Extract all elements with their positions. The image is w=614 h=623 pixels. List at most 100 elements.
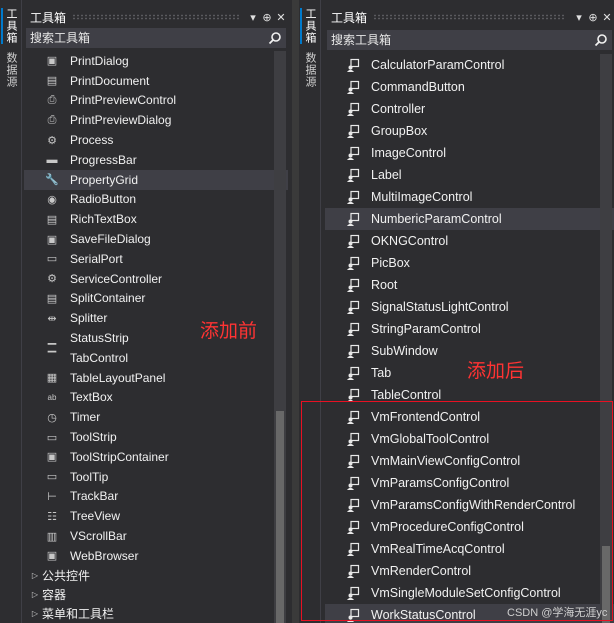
toolbox-item[interactable]: ▦ TableLayoutPanel [24, 368, 288, 388]
left-scrollbar-thumb[interactable] [276, 411, 284, 623]
user-control-icon [345, 343, 361, 359]
pane-divider [292, 0, 299, 623]
left-side-tab-toolbox[interactable]: 工具箱 [1, 8, 19, 44]
progress-bar-icon: ▬ [46, 153, 58, 166]
print-preview-control-icon: ⎙ [47, 93, 57, 106]
right-search-icon[interactable] [590, 33, 612, 47]
toolbox-item[interactable]: ☷ TreeView [24, 506, 288, 526]
toolbox-item[interactable]: MultiImageControl [325, 186, 614, 208]
toolbox-item[interactable]: ▣ WebBrowser [24, 546, 288, 566]
toolbox-item[interactable]: ▣ SaveFileDialog [24, 229, 288, 249]
serial-port-icon: ▭ [46, 253, 58, 266]
toolbox-item[interactable]: ⎙ PrintPreviewControl [24, 91, 288, 111]
toolbox-item[interactable]: ⚙ ServiceController [24, 269, 288, 289]
toolbox-item[interactable]: ▭ SerialPort [24, 249, 288, 269]
print-dialog-icon: ▣ [46, 55, 58, 68]
chevron-right-icon[interactable]: ▷ [28, 571, 42, 580]
toolbox-item-label: SerialPort [70, 251, 123, 266]
toolbox-item[interactable]: PicBox [325, 252, 614, 274]
tool-strip-container-icon: ▣ [46, 451, 58, 464]
toolbox-item[interactable]: NumbericParamControl [325, 208, 614, 230]
toolbox-item-label: ServiceController [70, 271, 163, 286]
toolbox-group[interactable]: ▷ 容器 [24, 585, 288, 604]
toolbox-item[interactable]: 🔧 PropertyGrid [24, 169, 288, 190]
left-side-tab-strip: 工具箱 数据源 [0, 0, 22, 623]
tree-view-icon: ☷ [47, 510, 57, 523]
left-toolbox-pane: 工具箱 数据源 工具箱 ▾ ⊕ ✕ ▣ PrintDialog ▤ PrintDocu… [0, 0, 292, 623]
user-control-icon [345, 211, 361, 227]
toolbox-item-label: PrintPreviewControl [70, 93, 177, 108]
toolbox-item[interactable]: GroupBox [325, 120, 614, 142]
toolbox-item[interactable]: Controller [325, 98, 614, 120]
toolbox-group[interactable]: ▷ 公共控件 [24, 566, 288, 585]
timer-icon: ◷ [47, 411, 57, 424]
left-close-icon[interactable]: ✕ [274, 11, 288, 24]
right-side-tab-toolbox[interactable]: 工具箱 [300, 8, 318, 44]
toolbox-item[interactable]: ▤ RichTextBox [24, 209, 288, 229]
toolbox-item[interactable]: StringParamControl [325, 318, 614, 340]
left-toolbox-titlebar: 工具箱 ▾ ⊕ ✕ [24, 7, 288, 27]
toolbox-item[interactable]: ab TextBox [24, 388, 288, 408]
service-controller-icon: ⚙ [47, 273, 57, 286]
left-toolbox-title: 工具箱 [30, 10, 67, 25]
toolbox-item[interactable]: ◷ Timer [24, 407, 288, 427]
left-scrollbar[interactable] [274, 51, 286, 623]
user-control-icon [345, 189, 361, 205]
vscroll-bar-icon: ▥ [46, 530, 58, 543]
tab-control-icon: ▔ [47, 352, 57, 365]
toolbox-item[interactable]: ▤ SplitContainer [24, 289, 288, 309]
left-dropdown-icon[interactable]: ▾ [246, 11, 260, 24]
left-drag-grip[interactable] [72, 14, 240, 20]
toolbox-item[interactable]: CommandButton [325, 76, 614, 98]
toolbox-item[interactable]: OKNGControl [325, 230, 614, 252]
user-control-icon [345, 365, 361, 381]
toolbox-item[interactable]: ▬ ProgressBar [24, 150, 288, 170]
left-search-icon[interactable] [264, 31, 286, 45]
left-pin-icon[interactable]: ⊕ [260, 11, 274, 24]
property-grid-icon: 🔧 [45, 174, 59, 187]
right-close-icon[interactable]: ✕ [600, 11, 614, 24]
left-side-tab-datasource[interactable]: 数据源 [3, 52, 19, 88]
tool-tip-icon: ▭ [46, 471, 58, 484]
toolbox-item[interactable]: ▥ VScrollBar [24, 526, 288, 546]
toolbox-item[interactable]: ▣ ToolStripContainer [24, 447, 288, 467]
right-toolbox-title: 工具箱 [331, 10, 368, 25]
toolbox-item[interactable]: ⊢ TrackBar [24, 487, 288, 507]
toolbox-item[interactable]: ⎙ PrintPreviewDialog [24, 110, 288, 130]
toolbox-item-label: CalculatorParamControl [371, 58, 505, 72]
toolbox-item[interactable]: ▤ PrintDocument [24, 71, 288, 91]
right-pin-icon[interactable]: ⊕ [586, 11, 600, 24]
right-search-box[interactable] [327, 30, 612, 50]
toolbox-item[interactable]: ◉ RadioButton [24, 190, 288, 210]
toolbox-item-label: Controller [371, 102, 426, 116]
toolbox-item-label: ToolStrip [70, 430, 117, 445]
toolbox-item-label: SplitContainer [70, 291, 146, 306]
chevron-right-icon[interactable]: ▷ [28, 609, 42, 618]
toolbox-item-label: SignalStatusLightControl [371, 300, 509, 314]
toolbox-item[interactable]: ▭ ToolStrip [24, 427, 288, 447]
toolbox-item[interactable]: SignalStatusLightControl [325, 296, 614, 318]
user-control-icon [345, 167, 361, 183]
toolbox-item-label: SaveFileDialog [70, 232, 151, 247]
right-dropdown-icon[interactable]: ▾ [572, 11, 586, 24]
toolbox-item-label: TrackBar [70, 489, 119, 504]
toolbox-item[interactable]: ▔ TabControl [24, 348, 288, 368]
toolbox-item[interactable]: ▣ PrintDialog [24, 51, 288, 71]
user-control-icon [345, 123, 361, 139]
toolbox-item[interactable]: Label [325, 164, 614, 186]
toolbox-group[interactable]: ▷ 菜单和工具栏 [24, 604, 288, 623]
toolbox-item[interactable]: ▭ ToolTip [24, 467, 288, 487]
chevron-right-icon[interactable]: ▷ [28, 590, 42, 599]
right-drag-grip[interactable] [373, 14, 566, 20]
print-preview-dialog-icon: ⎙ [47, 113, 57, 126]
toolbox-item[interactable]: Root [325, 274, 614, 296]
toolbox-item[interactable]: ⚙ Process [24, 130, 288, 150]
rich-text-box-icon: ▤ [46, 213, 58, 226]
toolbox-item[interactable]: ImageControl [325, 142, 614, 164]
right-side-tab-datasource[interactable]: 数据源 [302, 52, 318, 88]
radio-button-icon: ◉ [47, 193, 57, 206]
left-search-box[interactable] [26, 28, 286, 48]
left-search-input[interactable] [26, 31, 264, 45]
toolbox-item[interactable]: CalculatorParamControl [325, 54, 614, 76]
right-search-input[interactable] [327, 33, 590, 47]
